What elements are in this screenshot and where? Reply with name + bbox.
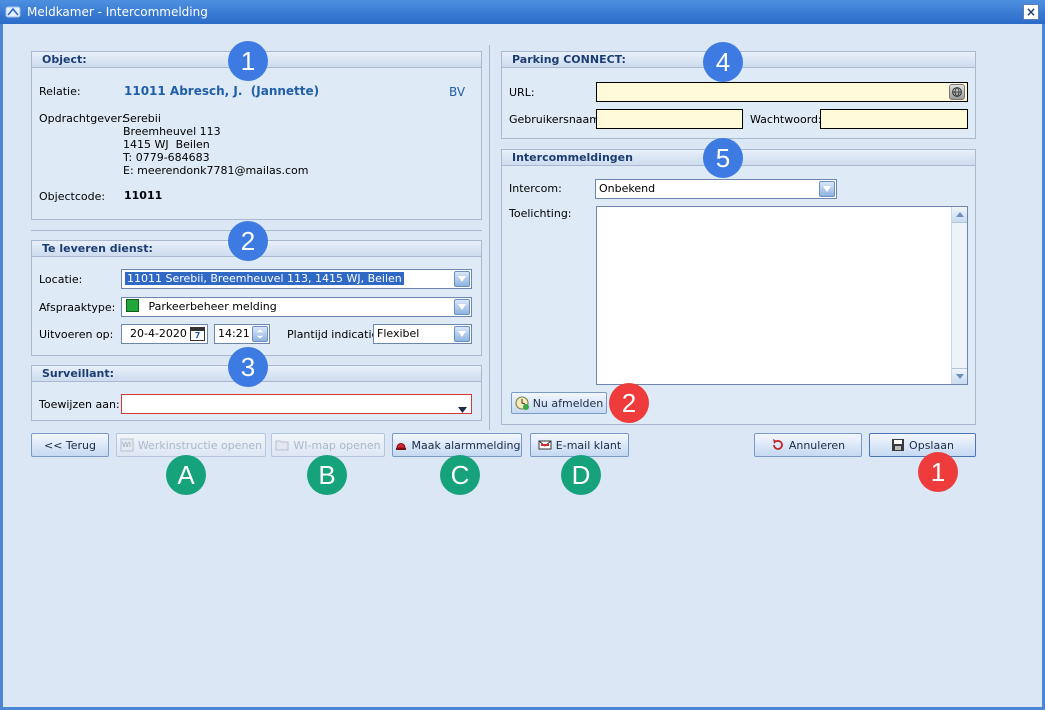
annotation-badge-d: D <box>561 455 601 495</box>
save-icon <box>892 439 905 451</box>
vertical-divider <box>489 45 490 430</box>
close-icon[interactable]: × <box>1023 4 1039 20</box>
opdrachtgever-label: Opdrachtgever: <box>39 112 126 125</box>
time-value: 14:21 <box>218 327 250 340</box>
toewijzen-select[interactable] <box>121 394 472 414</box>
opslaan-label: Opslaan <box>909 438 954 452</box>
intercom-label: Intercom: <box>509 182 562 195</box>
annotation-badge-3: 3 <box>228 347 268 387</box>
nu-afmelden-label: Nu afmelden <box>532 396 604 410</box>
chevron-down-icon[interactable] <box>458 401 467 413</box>
title-bar: Meldkamer - Intercommelding × <box>0 0 1045 24</box>
intercom-value: Onbekend <box>599 182 656 195</box>
terug-button[interactable]: << Terug <box>31 433 109 457</box>
clock-check-icon <box>515 396 529 410</box>
werkinstructie-label: Werkinstructie openen <box>137 438 263 452</box>
plantijd-label: Plantijd indicatie: <box>287 328 383 341</box>
globe-icon[interactable] <box>949 84 965 100</box>
relatie-value[interactable]: 11011 Abresch, J. (Jannette) <box>124 84 319 98</box>
toelichting-textarea[interactable] <box>596 206 968 385</box>
locatie-value: 11011 Serebii, Breemheuvel 113, 1415 WJ,… <box>125 272 404 285</box>
opdrachtgever-line-2: Breemheuvel 113 <box>123 125 221 138</box>
annotation-badge-red-1: 1 <box>918 452 958 492</box>
annotation-badge-2: 2 <box>228 221 268 261</box>
objectcode-value: 11011 <box>124 189 163 202</box>
gebruikersnaam-field[interactable] <box>596 109 743 129</box>
annotation-badge-c: C <box>440 455 480 495</box>
chevron-down-icon[interactable] <box>454 271 470 287</box>
annotation-badge-4: 4 <box>703 42 743 82</box>
annotation-badge-red-2: 2 <box>609 383 649 423</box>
app-icon <box>5 6 21 18</box>
email-label: E-mail klant <box>555 438 622 452</box>
annuleren-button[interactable]: Annuleren <box>754 433 862 457</box>
werkinstructie-button[interactable]: WI Werkinstructie openen <box>116 433 266 457</box>
intercom-select[interactable]: Onbekend <box>595 179 837 199</box>
wachtwoord-field[interactable] <box>820 109 968 129</box>
time-spinner-icon[interactable] <box>252 326 268 342</box>
annotation-badge-1: 1 <box>228 41 268 81</box>
relatie-label: Relatie: <box>39 85 81 98</box>
toelichting-label: Toelichting: <box>509 207 572 220</box>
opdrachtgever-line-3: 1415 WJ Beilen <box>123 138 210 151</box>
wimap-button[interactable]: WI-map openen <box>271 433 385 457</box>
url-label: URL: <box>509 86 535 99</box>
nu-afmelden-button[interactable]: Nu afmelden <box>511 392 607 414</box>
scroll-down-icon[interactable] <box>952 368 967 384</box>
alarm-label: Maak alarmmelding <box>411 438 521 452</box>
chevron-down-icon[interactable] <box>454 326 470 342</box>
time-field[interactable]: 14:21 <box>214 324 270 344</box>
email-button[interactable]: E-mail klant <box>530 433 629 457</box>
date-field[interactable]: 20-4-2020 7 <box>121 324 208 344</box>
calendar-icon[interactable]: 7 <box>190 327 205 341</box>
annotation-badge-a: A <box>166 455 206 495</box>
wimap-label: WI-map openen <box>293 438 381 452</box>
terug-label: << Terug <box>43 438 97 452</box>
afspraaktype-label: Afspraaktype: <box>39 301 116 314</box>
opslaan-button[interactable]: Opslaan <box>869 433 976 457</box>
relatie-type: BV <box>449 85 466 99</box>
gebruikersnaam-label: Gebruikersnaam: <box>509 113 604 126</box>
undo-icon <box>772 439 783 450</box>
alarm-button[interactable]: Maak alarmmelding <box>392 433 522 457</box>
opdrachtgever-line-1: Serebii <box>123 112 161 125</box>
opdrachtgever-line-5: E: meerendonk7781@mailas.com <box>123 164 309 177</box>
toewijzen-label: Toewijzen aan: <box>39 398 120 411</box>
locatie-select[interactable]: 11011 Serebii, Breemheuvel 113, 1415 WJ,… <box>121 269 472 289</box>
opdrachtgever-line-4: T: 0779-684683 <box>123 151 210 164</box>
locatie-label: Locatie: <box>39 273 83 286</box>
svg-text:WI: WI <box>122 441 131 449</box>
chevron-down-icon[interactable] <box>819 181 835 197</box>
alarm-light-icon <box>395 443 406 450</box>
scrollbar[interactable] <box>951 207 967 384</box>
annotation-badge-5: 5 <box>703 138 743 178</box>
chevron-down-icon[interactable] <box>454 299 470 315</box>
envelope-icon <box>538 440 552 450</box>
date-value: 20-4-2020 <box>130 327 187 340</box>
annotation-badge-b: B <box>307 455 347 495</box>
plantijd-value: Flexibel <box>377 327 420 340</box>
wachtwoord-label: Wachtwoord: <box>750 113 822 126</box>
document-wi-icon: WI <box>120 438 134 452</box>
plantijd-select[interactable]: Flexibel <box>373 324 472 344</box>
window-title: Meldkamer - Intercommelding <box>27 5 208 19</box>
afspraaktype-value: Parkeerbeheer melding <box>148 300 277 313</box>
folder-icon <box>275 440 289 451</box>
afspraaktype-select[interactable]: Parkeerbeheer melding <box>121 297 472 317</box>
annuleren-label: Annuleren <box>788 438 846 452</box>
afspraaktype-color-swatch <box>126 299 139 312</box>
scroll-up-icon[interactable] <box>952 207 967 223</box>
objectcode-label: Objectcode: <box>39 190 106 203</box>
url-field[interactable] <box>596 82 968 102</box>
uitvoeren-label: Uitvoeren op: <box>39 328 114 341</box>
